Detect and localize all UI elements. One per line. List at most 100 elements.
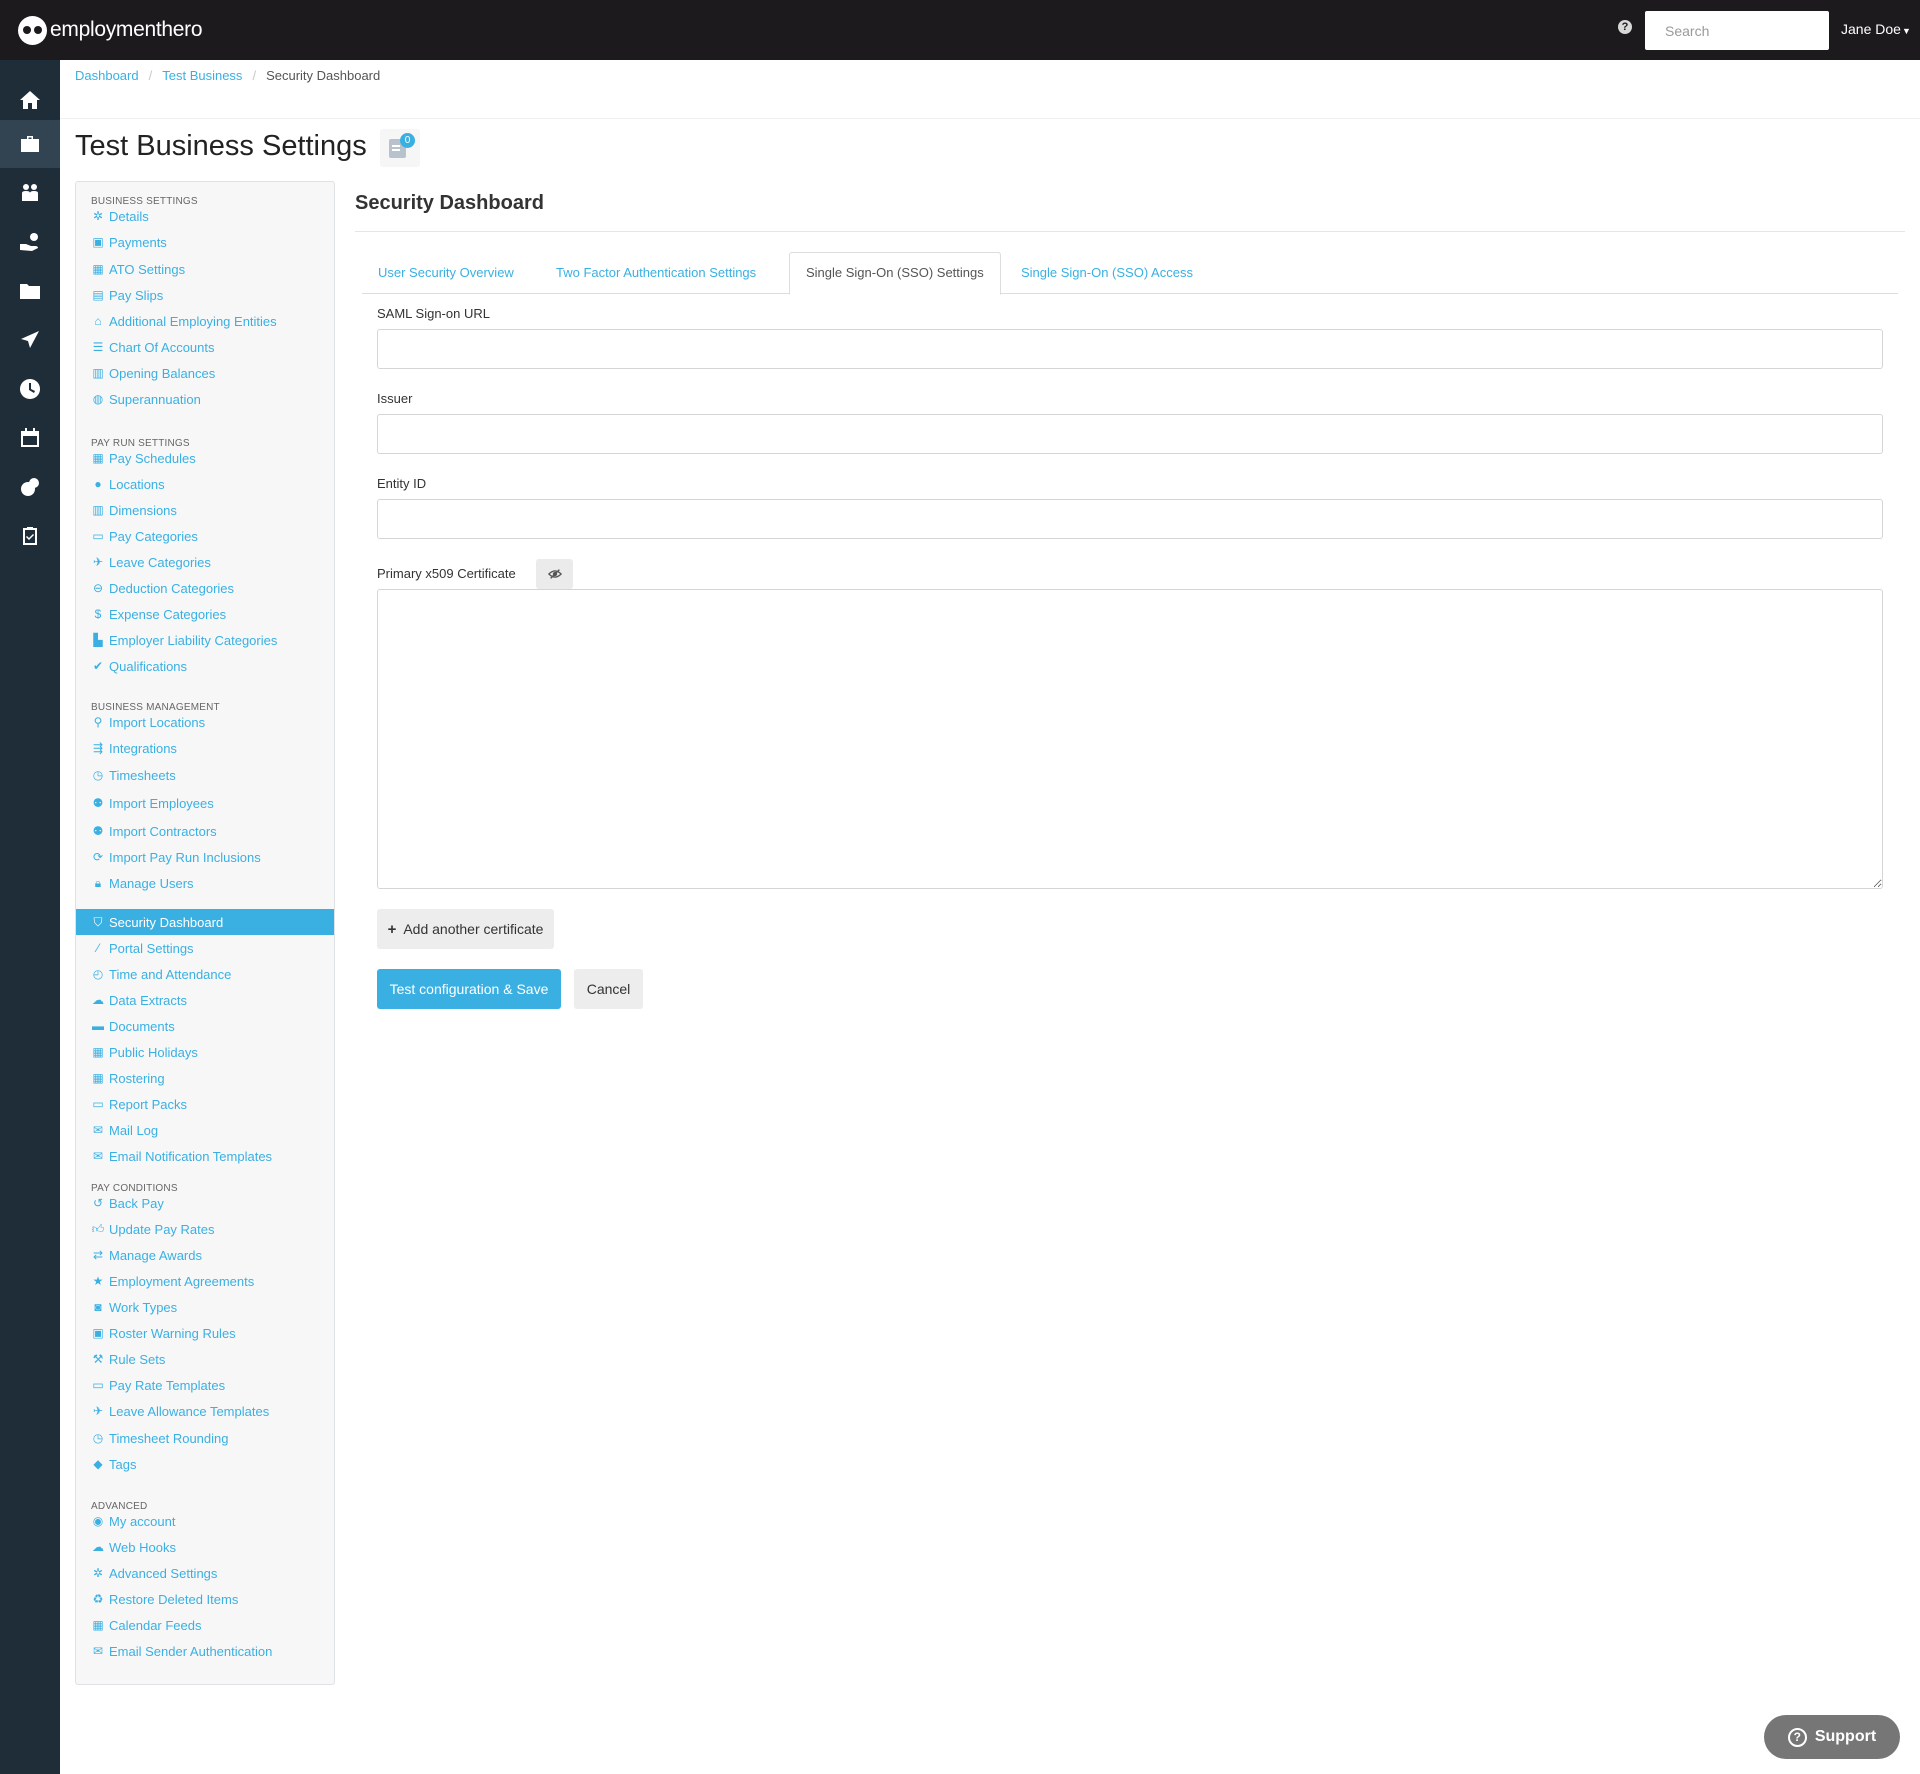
clock-icon xyxy=(20,379,41,399)
issuer-input[interactable] xyxy=(377,414,1883,454)
rail-business[interactable] xyxy=(0,120,60,168)
sidebar-item-label: Roster Warning Rules xyxy=(109,1325,236,1341)
sidebar-item-ato-settings[interactable]: ▦ ATO Settings xyxy=(76,256,334,282)
rail-expenses[interactable] xyxy=(0,463,60,511)
sidebar-item-advanced-settings[interactable]: ✲ Advanced Settings xyxy=(76,1560,334,1586)
help-icon[interactable]: ? xyxy=(1618,20,1632,34)
cancel-button[interactable]: Cancel xyxy=(574,969,643,1009)
sidebar-item-employing-entities[interactable]: ⌂ Additional Employing Entities xyxy=(76,308,334,334)
sidebar-item-opening-balances[interactable]: ▥ Opening Balances xyxy=(76,360,334,386)
sidebar-item-label: Payments xyxy=(109,234,167,250)
sidebar-item-rule-sets[interactable]: ⚒ Rule Sets xyxy=(76,1346,334,1372)
sidebar-item-expense-categories[interactable]: $ Expense Categories xyxy=(76,601,334,627)
breadcrumb-current: Security Dashboard xyxy=(266,68,381,83)
entity-id-input[interactable] xyxy=(377,499,1883,539)
sidebar-item-manage-awards[interactable]: ⇄ Manage Awards xyxy=(76,1242,334,1268)
sidebar-item-my-account[interactable]: ◉ My account xyxy=(76,1508,334,1534)
sidebar-item-public-holidays[interactable]: ▦ Public Holidays xyxy=(76,1039,334,1065)
sidebar-item-roster-warning-rules[interactable]: ▣ Roster Warning Rules xyxy=(76,1320,334,1346)
sidebar-item-security-dashboard[interactable]: ⛉ Security Dashboard xyxy=(76,909,334,935)
sidebar-item-deduction-categories[interactable]: ⊖ Deduction Categories xyxy=(76,575,334,601)
sidebar-item-email-notification-templates[interactable]: ✉ Email Notification Templates xyxy=(76,1143,334,1169)
tab-sso-access[interactable]: Single Sign-On (SSO) Access xyxy=(1005,252,1209,294)
page-title: Test Business Settings xyxy=(75,130,367,162)
rail-documents[interactable] xyxy=(0,267,60,315)
rail-home[interactable] xyxy=(0,76,60,124)
breadcrumb-test-business[interactable]: Test Business xyxy=(162,68,242,83)
sidebar-item-timesheet-rounding[interactable]: ◷ Timesheet Rounding xyxy=(76,1425,334,1451)
notes-button[interactable]: 0 xyxy=(380,129,420,167)
sidebar-item-portal-settings[interactable]: ⁄ Portal Settings xyxy=(76,935,334,961)
sidebar-item-employment-agreements[interactable]: ★ Employment Agreements xyxy=(76,1268,334,1294)
sidebar-item-pay-schedules[interactable]: ▦ Pay Schedules xyxy=(76,445,334,471)
breadcrumb-dashboard[interactable]: Dashboard xyxy=(75,68,139,83)
sidebar-item-dimensions[interactable]: ▥ Dimensions xyxy=(76,497,334,523)
folder-icon: ▬ xyxy=(92,1019,104,1033)
eye-slash-icon xyxy=(547,569,562,579)
rail-time[interactable] xyxy=(0,365,60,413)
rail-calendar[interactable] xyxy=(0,414,60,462)
sidebar-item-integrations[interactable]: ⇶ Integrations xyxy=(76,735,334,761)
sidebar-item-label: Web Hooks xyxy=(109,1539,176,1555)
sidebar-item-superannuation[interactable]: ◍ Superannuation xyxy=(76,386,334,412)
sidebar-item-leave-categories[interactable]: ✈ Leave Categories xyxy=(76,549,334,575)
tab-two-factor-authentication[interactable]: Two Factor Authentication Settings xyxy=(540,252,772,294)
sidebar-item-pay-rate-templates[interactable]: ▭ Pay Rate Templates xyxy=(76,1372,334,1398)
sidebar-item-report-packs[interactable]: ▭ Report Packs xyxy=(76,1091,334,1117)
sidebar-item-update-pay-rates[interactable]: 👍︎ Update Pay Rates xyxy=(76,1216,334,1242)
sidebar-item-employer-liability[interactable]: ▙ Employer Liability Categories xyxy=(76,627,334,653)
sidebar-item-time-and-attendance[interactable]: ◴ Time and Attendance xyxy=(76,961,334,987)
tab-user-security-overview[interactable]: User Security Overview xyxy=(362,252,530,294)
test-configuration-save-button[interactable]: Test configuration & Save xyxy=(377,969,561,1009)
sidebar-item-label: Timesheets xyxy=(109,767,176,783)
saml-url-input[interactable] xyxy=(377,329,1883,369)
sidebar-item-back-pay[interactable]: ↺ Back Pay xyxy=(76,1190,334,1216)
certificate-textarea[interactable] xyxy=(377,589,1883,889)
rail-tasks[interactable] xyxy=(0,512,60,560)
sidebar-item-label: Import Contractors xyxy=(109,823,217,839)
sidebar-item-import-locations[interactable]: ⚲ Import Locations xyxy=(76,709,334,735)
sidebar-item-tags[interactable]: ◆ Tags xyxy=(76,1451,334,1477)
sidebar-item-locations[interactable]: ● Locations xyxy=(76,471,334,497)
user-menu[interactable]: Jane Doe▼ xyxy=(1841,21,1911,37)
sidebar-item-timesheets[interactable]: ◷ Timesheets xyxy=(76,762,334,788)
sidebar-item-label: Manage Awards xyxy=(109,1247,202,1263)
sidebar-item-pay-slips[interactable]: ▤ Pay Slips xyxy=(76,282,334,308)
sidebar-item-chart-of-accounts[interactable]: ☰ Chart Of Accounts xyxy=(76,334,334,360)
sidebar-item-email-sender-authentication[interactable]: ✉ Email Sender Authentication xyxy=(76,1638,334,1664)
sidebar-item-work-types[interactable]: ◙ Work Types xyxy=(76,1294,334,1320)
sidebar-item-calendar-feeds[interactable]: ▦ Calendar Feeds xyxy=(76,1612,334,1638)
rail-payments[interactable] xyxy=(0,218,60,266)
search-input[interactable] xyxy=(1645,11,1829,50)
sidebar-item-label: Calendar Feeds xyxy=(109,1617,202,1633)
sidebar-item-label: Opening Balances xyxy=(109,365,216,381)
sidebar-item-rostering[interactable]: ▦ Rostering xyxy=(76,1065,334,1091)
sidebar-item-pay-categories[interactable]: ▭ Pay Categories xyxy=(76,523,334,549)
sidebar-item-label: Deduction Categories xyxy=(109,580,235,596)
sidebar-item-data-extracts[interactable]: ☁ Data Extracts xyxy=(76,987,334,1013)
sidebar-item-web-hooks[interactable]: ☁ Web Hooks xyxy=(76,1534,334,1560)
tab-sso-settings[interactable]: Single Sign-On (SSO) Settings xyxy=(789,252,1001,295)
bar-chart-icon: ▥ xyxy=(92,503,104,517)
add-certificate-button[interactable]: + Add another certificate xyxy=(377,909,554,949)
sidebar-item-label: ATO Settings xyxy=(109,261,186,277)
dollar-icon: $ xyxy=(94,607,102,621)
sidebar-item-payments[interactable]: ▣ Payments xyxy=(76,229,334,255)
rail-leave[interactable] xyxy=(0,316,60,364)
sidebar-item-documents[interactable]: ▬ Documents xyxy=(76,1013,334,1039)
calendar-warning-icon: ▣ xyxy=(92,1326,104,1340)
rail-people[interactable] xyxy=(0,169,60,217)
sidebar-item-qualifications[interactable]: ✔ Qualifications xyxy=(76,653,334,679)
sidebar-item-mail-log[interactable]: ✉ Mail Log xyxy=(76,1117,334,1143)
sidebar-item-manage-users[interactable]: 🔒︎ Manage Users xyxy=(76,870,334,896)
sidebar-item-import-contractors[interactable]: ⚉ Import Contractors xyxy=(76,818,334,844)
sidebar-item-leave-allowance-templates[interactable]: ✈ Leave Allowance Templates xyxy=(76,1398,334,1424)
toggle-certificate-visibility-button[interactable] xyxy=(536,559,573,589)
sidebar-item-import-pay-run-inclusions[interactable]: ⟳ Import Pay Run Inclusions xyxy=(76,844,334,870)
sidebar-item-details[interactable]: ✲ Details xyxy=(76,203,334,229)
sidebar-item-label: Import Employees xyxy=(109,795,214,811)
sidebar-item-import-employees[interactable]: ⚉ Import Employees xyxy=(76,790,334,816)
sidebar-item-restore-deleted-items[interactable]: ♻ Restore Deleted Items xyxy=(76,1586,334,1612)
employmenthero-logo[interactable]: employmenthero xyxy=(18,14,203,46)
support-button[interactable]: ? Support xyxy=(1764,1715,1900,1759)
